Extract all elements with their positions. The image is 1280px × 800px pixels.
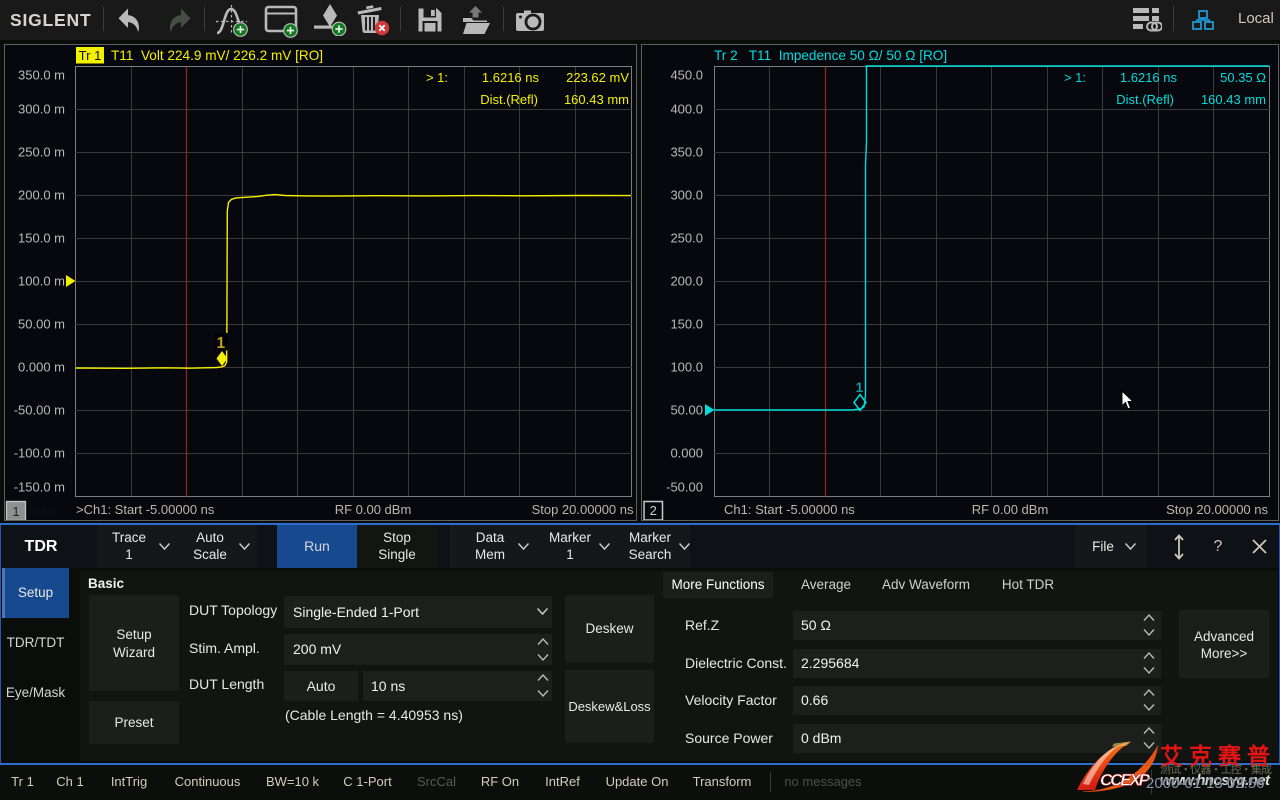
svg-text:1.6216 ns: 1.6216 ns: [482, 70, 540, 85]
svg-text:250.0: 250.0: [670, 231, 703, 246]
svg-text:160.43 mm: 160.43 mm: [564, 92, 629, 107]
svg-text:Tr 2 T11 Impedence 50 Ω/ 50: Tr 2 T11 Impedence 50 Ω/ 50 Ω [RO]: [714, 48, 947, 63]
svg-text:50.00 m: 50.00 m: [18, 317, 65, 332]
svg-text:-150.0 m: -150.0 m: [14, 480, 65, 495]
svg-text:Tr 1: Tr 1: [79, 48, 102, 63]
svg-text:100.0: 100.0: [670, 360, 703, 375]
svg-text:300.0 m: 300.0 m: [18, 102, 65, 117]
svg-text:200.0 m: 200.0 m: [18, 188, 65, 203]
svg-text:CCEXP: CCEXP: [1100, 771, 1151, 790]
svg-text:450.0: 450.0: [670, 68, 703, 83]
svg-text:50.00: 50.00: [670, 403, 703, 418]
svg-text:0.000: 0.000: [670, 446, 703, 461]
svg-text:RF 0.00 dBm: RF 0.00 dBm: [972, 502, 1049, 517]
svg-text:Stop 20.00000 ns: Stop 20.00000 ns: [1166, 502, 1268, 517]
svg-text:-100.0 m: -100.0 m: [14, 446, 65, 461]
svg-text:> 1:: > 1:: [426, 70, 448, 85]
svg-text:Dist.(Refl): Dist.(Refl): [1116, 92, 1174, 107]
svg-text:1: 1: [12, 504, 19, 519]
svg-text:223.62 mV: 223.62 mV: [566, 70, 629, 85]
svg-text:350.0 m: 350.0 m: [18, 68, 65, 83]
svg-text:0.000 m: 0.000 m: [18, 360, 65, 375]
svg-text:>Ch1: Start -5.00000 ns: >Ch1: Start -5.00000 ns: [76, 502, 215, 517]
svg-text:-50.00: -50.00: [666, 480, 703, 495]
svg-text:160.43 mm: 160.43 mm: [1201, 92, 1266, 107]
svg-text:200.0: 200.0: [670, 274, 703, 289]
svg-text:Stop 20.00000 ns: Stop 20.00000 ns: [532, 502, 634, 517]
svg-text:-50.00 m: -50.00 m: [14, 403, 65, 418]
svg-text:400.0: 400.0: [670, 102, 703, 117]
svg-text:Max: Max: [29, 504, 54, 519]
svg-text:RF 0.00 dBm: RF 0.00 dBm: [335, 502, 412, 517]
svg-text:> 1:: > 1:: [1064, 70, 1086, 85]
svg-text:350.0: 350.0: [670, 145, 703, 160]
svg-text:50.35 Ω: 50.35 Ω: [1220, 70, 1266, 85]
svg-text:150.0: 150.0: [670, 317, 703, 332]
svg-text:T11 Volt 224.9 mV/ 226.2 mV [: T11 Volt 224.9 mV/ 226.2 mV [RO]: [111, 48, 323, 63]
svg-text:1: 1: [217, 335, 226, 352]
svg-text:Dist.(Refl): Dist.(Refl): [480, 92, 538, 107]
svg-text:Ch1: Start -5.00000 ns: Ch1: Start -5.00000 ns: [724, 502, 855, 517]
svg-text:300.0: 300.0: [670, 188, 703, 203]
svg-text:2: 2: [650, 503, 657, 518]
svg-text:150.0 m: 150.0 m: [18, 231, 65, 246]
svg-text:1: 1: [856, 379, 864, 395]
svg-text:100.0 m: 100.0 m: [18, 274, 65, 289]
svg-text:250.0 m: 250.0 m: [18, 145, 65, 160]
svg-text:1.6216 ns: 1.6216 ns: [1120, 70, 1178, 85]
